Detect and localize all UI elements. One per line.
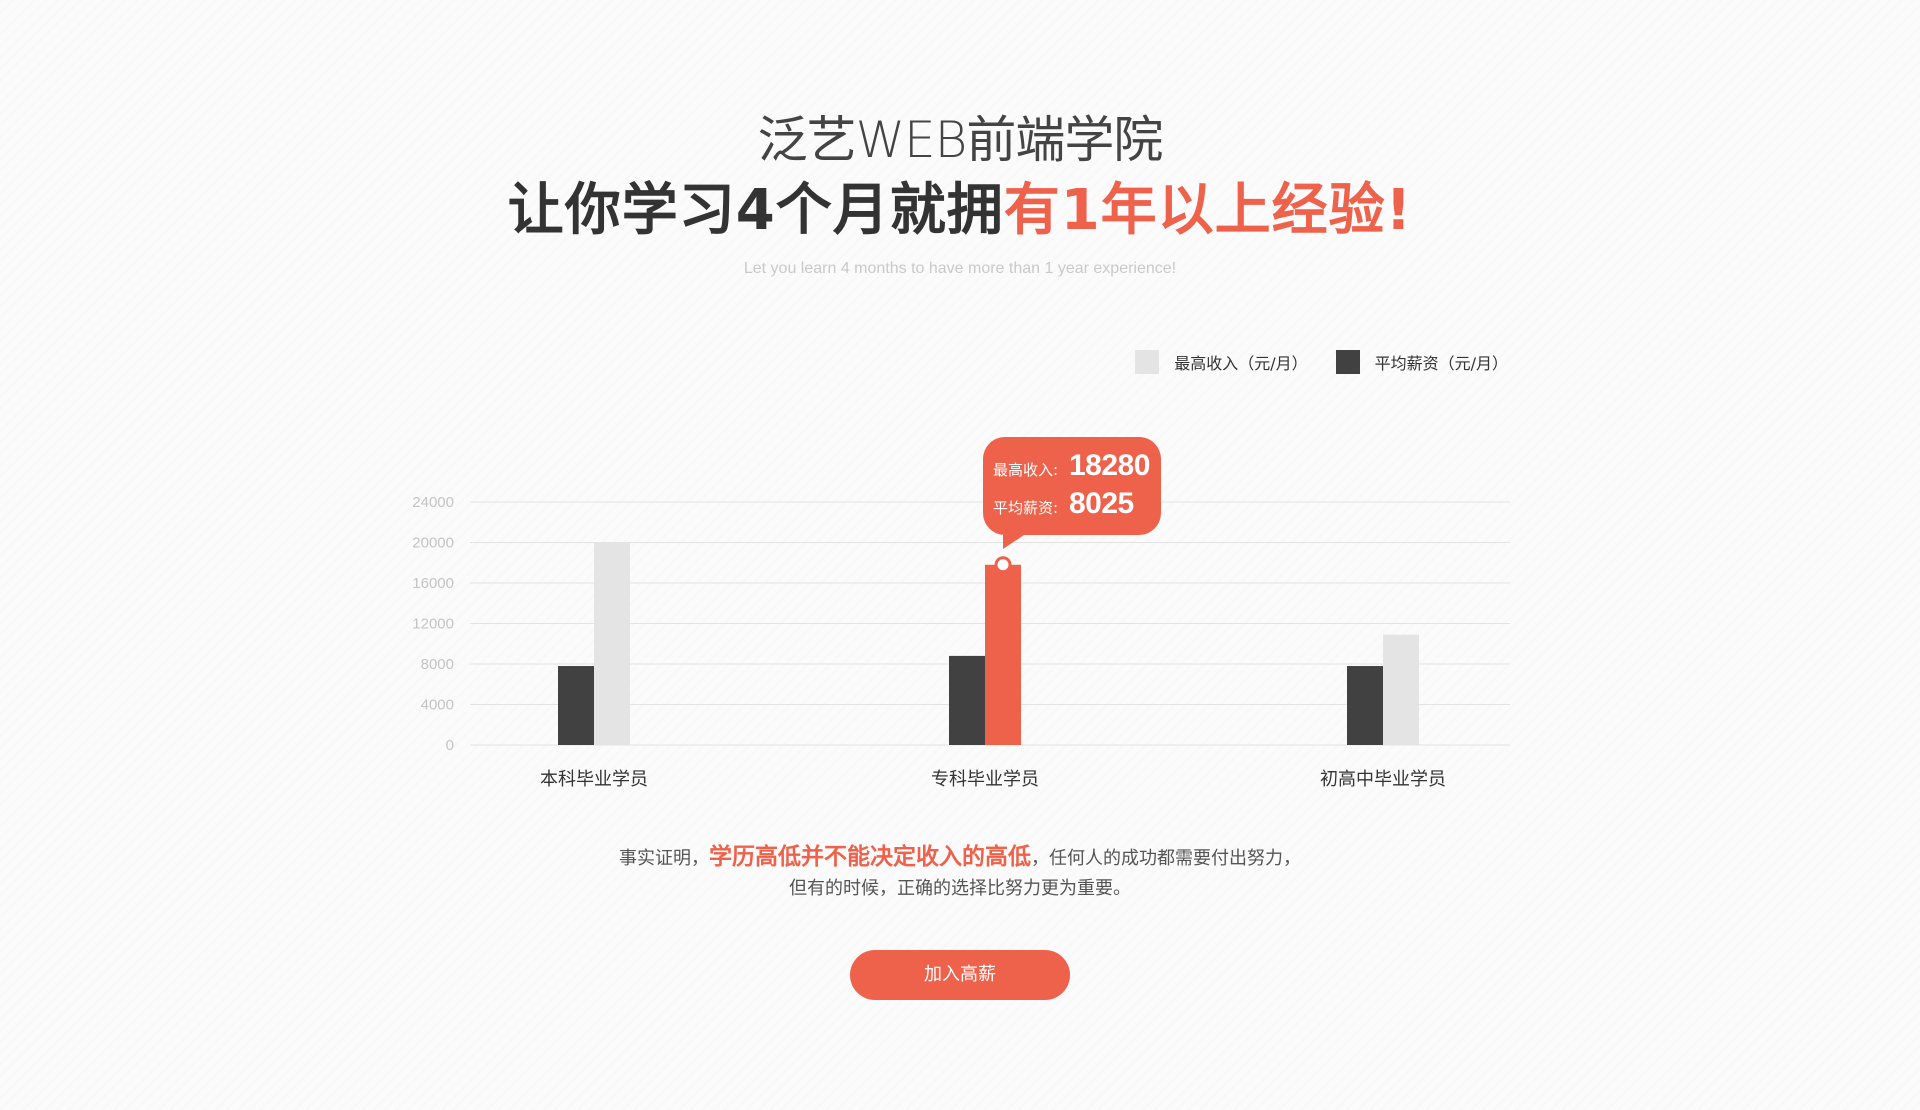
- statement: 事实证明，学历高低并不能决定收入的高低，任何人的成功都需要付出努力， 但有的时候…: [0, 842, 1920, 904]
- tooltip-max-value: 18280: [1069, 449, 1150, 482]
- headline: 让你学习4个月就拥有1年以上经验!: [0, 176, 1920, 246]
- bar: [985, 564, 1021, 745]
- y-tick-label: 8000: [421, 656, 454, 673]
- y-tick-label: 16000: [412, 575, 454, 592]
- legend-swatch-max: [1135, 350, 1160, 374]
- bar: [949, 655, 985, 745]
- tooltip-avg-value: 8025: [1069, 487, 1134, 520]
- y-tick-label: 24000: [412, 494, 454, 511]
- y-tick-label: 20000: [412, 535, 454, 552]
- chart-legend: 最高收入（元/月） 平均薪资（元/月）: [1107, 350, 1508, 374]
- headline-dark: 让你学习4个月就拥: [507, 178, 1004, 243]
- category-label: 专科毕业学员: [931, 769, 1039, 790]
- header: 泛艺WEB前端学院 让你学习4个月就拥有1年以上经验! Let you lear…: [0, 108, 1920, 278]
- statement-emphasis: 学历高低并不能决定收入的高低: [709, 844, 1031, 870]
- bar: [1383, 634, 1419, 745]
- category-label: 初高中毕业学员: [1320, 769, 1446, 790]
- statement-pre: 事实证明，: [619, 848, 709, 869]
- statement-post: ，任何人的成功都需要付出努力，: [1031, 848, 1301, 869]
- y-tick-label: 12000: [412, 616, 454, 633]
- subtitle: Let you learn 4 months to have more than…: [743, 260, 1177, 277]
- tooltip-row-max: 最高收入: 18280: [993, 449, 1150, 483]
- y-tick-label: 0: [446, 737, 454, 754]
- brand-title: 泛艺WEB前端学院: [757, 111, 1164, 169]
- legend-label-avg: 平均薪资（元/月）: [1374, 354, 1508, 373]
- legend-label-max: 最高收入（元/月）: [1174, 354, 1308, 373]
- legend-item-avg: 平均薪资（元/月）: [1335, 350, 1508, 374]
- bar: [594, 542, 630, 745]
- chart-tooltip: 最高收入: 18280 平均薪资: 8025: [983, 437, 1161, 549]
- bar: [558, 666, 594, 745]
- headline-highlight: 有1年以上经验!: [1003, 178, 1413, 243]
- statement-line-1: 事实证明，学历高低并不能决定收入的高低，任何人的成功都需要付出努力，: [0, 842, 1920, 874]
- highlight-marker: [994, 556, 1012, 574]
- tooltip-avg-label: 平均薪资:: [993, 499, 1059, 517]
- tooltip-row-avg: 平均薪资: 8025: [993, 487, 1134, 521]
- legend-item-max: 最高收入（元/月）: [1135, 350, 1308, 374]
- tooltip-max-label: 最高收入:: [993, 461, 1059, 479]
- bar: [1347, 666, 1383, 745]
- join-high-salary-button[interactable]: 加入高薪: [850, 950, 1070, 1000]
- legend-swatch-avg: [1335, 350, 1360, 374]
- y-tick-label: 4000: [421, 697, 454, 714]
- category-label: 本科毕业学员: [540, 769, 648, 790]
- salary-chart: 0 4000 8000 12000 16000 20000 24000 本科毕业学员 专科毕业学…: [0, 430, 1920, 800]
- chart-svg: 0 4000 8000 12000 16000 20000 24000 本科毕业学员 专科毕业学…: [412, 494, 1510, 790]
- statement-line-2: 但有的时候，正确的选择比努力更为重要。: [789, 878, 1131, 899]
